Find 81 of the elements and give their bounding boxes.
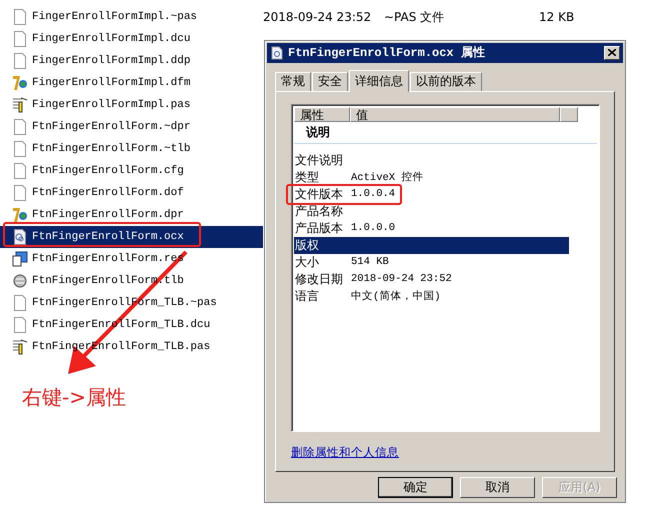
file-icon xyxy=(270,46,284,60)
file-name: FingerEnrollFormImpl.~pas xyxy=(32,11,198,23)
property-name: 文件版本 xyxy=(295,186,344,203)
property-value: ActiveX 控件 xyxy=(351,170,424,184)
file-size: 12 KB xyxy=(539,10,576,24)
property-name: 修改日期 xyxy=(295,270,344,288)
file-name: FtnFingerEnrollForm.dpr xyxy=(32,209,184,221)
close-button[interactable] xyxy=(604,46,620,60)
property-row[interactable]: 大小 514 KB xyxy=(294,254,569,271)
file-row[interactable]: FtnFingerEnrollForm.dpr xyxy=(0,204,263,226)
file-name: FtnFingerEnrollForm.cfg xyxy=(32,165,184,177)
column-header xyxy=(560,106,578,122)
property-name: 类型 xyxy=(295,168,320,186)
file-name: FtnFingerEnrollForm.ocx xyxy=(32,231,184,243)
file-type: ~PAS 文件 xyxy=(384,8,446,26)
document-icon xyxy=(12,9,28,25)
property-name: 产品名称 xyxy=(295,202,344,220)
document-icon xyxy=(12,295,28,311)
file-row[interactable]: FingerEnrollFormImpl.pas xyxy=(0,94,263,116)
group-heading: 说明 xyxy=(294,122,597,144)
source-file-icon xyxy=(12,97,28,113)
file-row[interactable]: FtnFingerEnrollForm.~dpr xyxy=(0,116,263,138)
property-value: 1.0.0.0 xyxy=(351,222,396,234)
property-name: 语言 xyxy=(295,288,320,305)
column-header[interactable]: 属性 xyxy=(294,106,350,122)
document-icon xyxy=(12,185,28,201)
document-icon xyxy=(12,53,28,69)
file-name: FtnFingerEnrollForm.~tlb xyxy=(32,143,190,155)
file-row[interactable]: FingerEnrollFormImpl.dcu xyxy=(0,28,263,50)
property-row[interactable]: 类型 ActiveX 控件 xyxy=(294,168,569,186)
file-row[interactable]: FtnFingerEnrollForm.cfg xyxy=(0,160,263,182)
file-row[interactable]: FtnFingerEnrollForm.~tlb xyxy=(0,138,263,160)
close-icon xyxy=(608,49,616,56)
file-row[interactable]: FingerEnrollFormImpl.~pas xyxy=(0,6,263,28)
file-name: FingerEnrollFormImpl.pas xyxy=(32,99,190,111)
property-value: 中文(简体，中国) xyxy=(351,289,442,304)
document-icon xyxy=(12,141,28,157)
property-row[interactable]: 产品名称 xyxy=(294,202,569,220)
property-name: 产品版本 xyxy=(295,220,344,237)
window-title: FtnFingerEnrollForm.ocx 属性 xyxy=(288,45,486,62)
file-row[interactable]: FtnFingerEnrollForm.ocx xyxy=(0,226,263,248)
file-row[interactable]: FingerEnrollFormImpl.dfm xyxy=(0,72,263,94)
file-date: 2018-09-24 23:52 xyxy=(263,10,372,24)
annotation-text: 右键->属性 xyxy=(22,384,126,411)
tab[interactable]: 常规 xyxy=(275,72,311,91)
component-file-icon xyxy=(12,229,28,245)
property-row[interactable]: 修改日期 2018-09-24 23:52 xyxy=(294,270,569,288)
tab[interactable]: 以前的版本 xyxy=(410,72,482,91)
property-name: 大小 xyxy=(295,254,320,271)
property-row[interactable]: 文件说明 xyxy=(294,152,569,169)
property-row[interactable]: 产品版本 1.0.0.0 xyxy=(294,220,569,237)
source-file-icon xyxy=(12,339,28,355)
property-value: 2018-09-24 23:52 xyxy=(351,273,453,286)
document-icon xyxy=(12,163,28,179)
file-name: FingerEnrollFormImpl.dcu xyxy=(32,33,190,45)
file-name: FtnFingerEnrollForm.~dpr xyxy=(32,121,190,133)
remove-properties-link[interactable]: 删除属性和个人信息 xyxy=(291,444,399,460)
file-row[interactable]: FtnFingerEnrollForm.dof xyxy=(0,182,263,204)
property-name: 版权 xyxy=(295,236,320,254)
property-name: 文件说明 xyxy=(295,152,344,169)
document-icon xyxy=(12,317,28,333)
property-value: 514 KB xyxy=(351,256,390,268)
file-name: FtnFingerEnrollForm.dof xyxy=(32,187,184,199)
tab[interactable]: 详细信息 xyxy=(349,70,409,92)
delphi-icon xyxy=(12,207,28,223)
property-value: 1.0.0.4 xyxy=(351,188,396,200)
resource-file-icon xyxy=(12,251,28,267)
file-row[interactable]: FingerEnrollFormImpl.ddp xyxy=(0,50,263,72)
property-row[interactable]: 版权 xyxy=(294,236,569,254)
property-row[interactable]: 文件版本 1.0.0.4 xyxy=(294,186,569,203)
document-icon xyxy=(12,119,28,135)
column-header[interactable]: 值 xyxy=(350,106,560,122)
delphi-icon xyxy=(12,75,28,91)
document-icon xyxy=(12,31,28,47)
library-file-icon xyxy=(12,273,28,289)
dialog-button[interactable]: 确定 xyxy=(378,477,453,498)
tab[interactable]: 安全 xyxy=(312,72,348,91)
file-name: FingerEnrollFormImpl.ddp xyxy=(32,55,190,67)
dialog-button[interactable]: 取消 xyxy=(460,477,535,498)
file-name: FingerEnrollFormImpl.dfm xyxy=(32,77,190,89)
property-row[interactable]: 语言 中文(简体，中国) xyxy=(294,288,569,305)
